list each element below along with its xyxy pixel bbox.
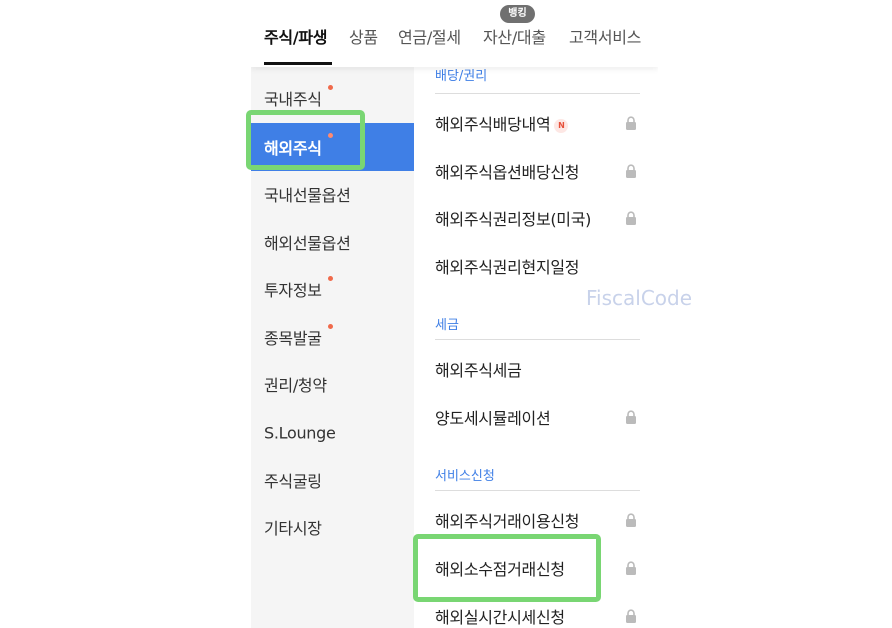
menu-item-overseas-realtime-quotes-application[interactable]: 해외실시간시세신청 — [435, 598, 640, 628]
sidebar-item-rights-subscription[interactable]: 권리/청약 — [251, 360, 414, 408]
sidebar-item-label: 국내주식 — [264, 90, 322, 109]
tab-stocks-derivatives[interactable]: 주식/파생 — [264, 24, 328, 48]
lock-icon — [626, 164, 636, 178]
new-dot-icon — [328, 324, 333, 329]
menu-item-label: 해외주식거래이용신청 — [435, 512, 580, 531]
new-badge-icon: N — [554, 119, 569, 133]
new-dot-icon — [328, 85, 333, 90]
lock-icon — [626, 211, 636, 225]
menu-item-label: 양도세시뮬레이션 — [435, 409, 551, 428]
section-divider — [435, 339, 640, 340]
section-title-tax: 세금 — [435, 318, 459, 333]
lock-icon — [626, 410, 636, 424]
menu-item-label: 해외주식권리정보(미국) — [435, 210, 592, 229]
sidebar-item-stock-discovery[interactable]: 종목발굴 — [251, 313, 414, 361]
sidebar-item-label: 투자정보 — [264, 281, 322, 300]
menu-item-label: 해외주식배당내역 — [435, 115, 551, 134]
menu-item-capital-gains-tax-simulation[interactable]: 양도세시뮬레이션 — [435, 399, 640, 435]
lock-icon — [626, 116, 636, 130]
tab-products[interactable]: 상품 — [349, 24, 378, 48]
watermark: FiscalCode — [586, 286, 693, 310]
menu-item-overseas-option-dividend-request[interactable]: 해외주식옵션배당신청 — [435, 153, 640, 189]
sidebar-item-investment-info[interactable]: 투자정보 — [251, 265, 414, 313]
highlight-box-overseas-stocks — [246, 110, 365, 170]
sidebar-item-label: 종목발굴 — [264, 329, 322, 348]
menu-item-overseas-dividend-history[interactable]: 해외주식배당내역 N — [435, 105, 640, 141]
menu-item-overseas-rights-local-schedule[interactable]: 해외주식권리현지일정 — [435, 248, 640, 284]
section-title-dividends-rights: 배당/권리 — [435, 69, 488, 84]
sidebar-item-label: 권리/청약 — [264, 376, 327, 395]
sidebar-item-s-lounge[interactable]: S.Lounge — [251, 409, 414, 457]
highlight-box-fractional-trading — [413, 534, 601, 602]
active-tab-underline — [264, 62, 332, 65]
new-dot-icon — [328, 276, 333, 281]
sidebar-item-domestic-futures-options[interactable]: 국내선물옵션 — [251, 170, 414, 218]
lock-icon — [626, 609, 636, 623]
section-divider — [435, 490, 640, 491]
section-divider — [435, 93, 640, 94]
menu-item-label: 해외주식세금 — [435, 361, 522, 380]
menu-item-overseas-trading-application[interactable]: 해외주식거래이용신청 — [435, 502, 640, 538]
sidebar-item-other-markets[interactable]: 기타시장 — [251, 503, 414, 551]
lock-icon — [626, 561, 636, 575]
sidebar-item-stock-rolling[interactable]: 주식굴링 — [251, 456, 414, 504]
lock-icon — [626, 513, 636, 527]
sidebar-item-label: S.Lounge — [264, 423, 336, 443]
sidebar-item-label: 국내선물옵션 — [264, 186, 351, 205]
menu-item-label: 해외주식권리현지일정 — [435, 258, 580, 277]
sidebar-item-overseas-futures-options[interactable]: 해외선물옵션 — [251, 218, 414, 266]
tab-assets-loans[interactable]: 자산/대출 — [483, 24, 546, 48]
sidebar-item-label: 해외선물옵션 — [264, 234, 351, 253]
menu-item-overseas-rights-info-us[interactable]: 해외주식권리정보(미국) — [435, 200, 640, 236]
sidebar-item-label: 기타시장 — [264, 519, 322, 538]
menu-item-label: 해외주식옵션배당신청 — [435, 163, 580, 182]
section-title-service-applications: 서비스신청 — [435, 469, 495, 484]
menu-item-overseas-stock-tax[interactable]: 해외주식세금 — [435, 351, 640, 387]
top-nav: 주식/파생 상품 연금/절세 뱅킹 자산/대출 고객서비스 — [251, 0, 658, 67]
tab-customer-service[interactable]: 고객서비스 — [569, 24, 641, 48]
tab-pension-tax[interactable]: 연금/절세 — [398, 24, 461, 48]
banking-badge: 뱅킹 — [500, 5, 535, 23]
sidebar-item-label: 주식굴링 — [264, 472, 322, 491]
menu-item-label: 해외실시간시세신청 — [435, 608, 565, 627]
